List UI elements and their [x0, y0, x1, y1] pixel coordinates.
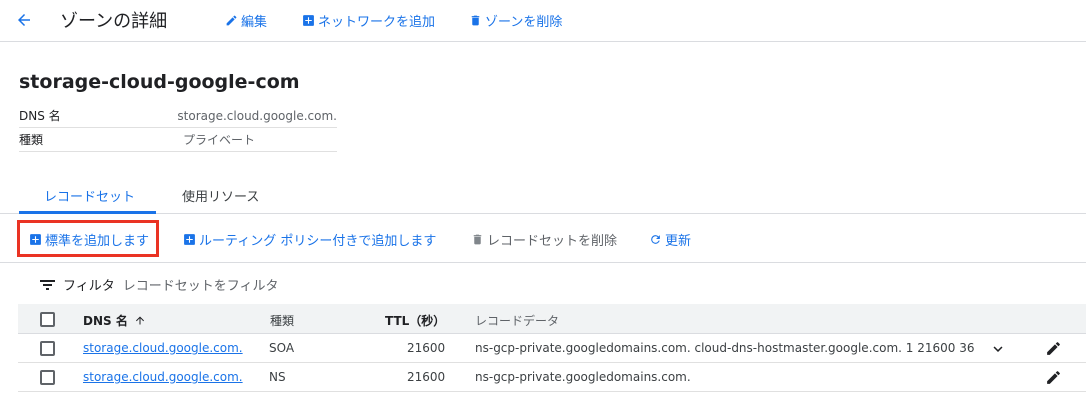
page-title: ゾーンの詳細: [60, 11, 168, 32]
dns-name-link[interactable]: storage.cloud.google.com.: [83, 370, 243, 384]
row-checkbox[interactable]: [40, 341, 55, 356]
add-routing-policy-button[interactable]: ルーティング ポリシー付きで追加します: [183, 230, 436, 249]
column-header-dns-name[interactable]: DNS 名: [83, 312, 146, 329]
table-row: storage.cloud.google.com. SOA 21600 ns-g…: [18, 334, 1086, 363]
detail-row-type: 種類 プライベート: [19, 128, 337, 152]
edit-row-pencil-icon[interactable]: [1045, 369, 1062, 386]
record-type: NS: [269, 370, 286, 384]
edit-label: 編集: [241, 15, 268, 30]
record-data: ns-gcp-private.googledomains.com. cloud-…: [475, 341, 975, 355]
tab-record-sets[interactable]: レコードセット: [44, 186, 135, 205]
record-ttl: 21600: [407, 341, 446, 355]
detail-value: プライベート: [183, 133, 256, 147]
delete-record-sets-button[interactable]: レコードセットを削除: [471, 230, 617, 249]
add-box-icon: [303, 15, 314, 26]
record-type: SOA: [269, 341, 295, 355]
record-ttl: 21600: [407, 370, 446, 384]
table-row: storage.cloud.google.com. NS 21600 ns-gc…: [18, 363, 1086, 392]
add-standard-label: 標準を追加します: [45, 234, 150, 249]
column-header-label: DNS 名: [83, 314, 128, 328]
add-routing-label: ルーティング ポリシー付きで追加します: [199, 234, 437, 249]
add-network-label: ネットワークを追加: [318, 15, 436, 30]
expand-chevron-icon[interactable]: [989, 340, 1007, 358]
column-header-ttl: TTL（秒）: [385, 314, 446, 328]
trash-icon: [471, 15, 480, 26]
delete-zone-button[interactable]: ゾーンを削除: [469, 11, 562, 30]
add-network-button[interactable]: ネットワークを追加: [302, 11, 435, 30]
filter-label: フィルタ: [63, 279, 115, 294]
zone-name: storage-cloud-google-com: [19, 71, 300, 93]
detail-key: 種類: [19, 133, 44, 147]
record-data: ns-gcp-private.googledomains.com.: [475, 370, 691, 384]
add-box-icon: [184, 234, 195, 245]
detail-value: storage.cloud.google.com.: [177, 108, 337, 123]
tab-used-resources[interactable]: 使用リソース: [182, 186, 259, 205]
toolbar-divider: [0, 262, 1086, 263]
dns-name-link[interactable]: storage.cloud.google.com.: [83, 341, 243, 355]
refresh-icon: [651, 235, 660, 244]
trash-icon: [473, 234, 482, 245]
filter-bar[interactable]: フィルタ レコードセットをフィルタ: [40, 275, 279, 294]
delete-record-sets-label: レコードセットを削除: [487, 234, 618, 249]
filter-icon: [40, 279, 55, 290]
refresh-button[interactable]: 更新: [649, 230, 691, 249]
delete-zone-label: ゾーンを削除: [485, 15, 563, 30]
column-header-record-data: レコードデータ: [475, 314, 560, 328]
refresh-label: 更新: [665, 234, 692, 249]
filter-input[interactable]: レコードセットをフィルタ: [123, 275, 279, 294]
tab-bar: [0, 176, 1086, 214]
detail-key: DNS 名: [19, 109, 61, 123]
detail-row-dns-name: DNS 名 storage.cloud.google.com.: [19, 104, 337, 128]
back-arrow-icon[interactable]: [12, 8, 36, 32]
select-all-checkbox[interactable]: [40, 312, 55, 327]
table-header: DNS 名 種類 TTL（秒） レコードデータ: [18, 304, 1086, 334]
edit-row-pencil-icon[interactable]: [1045, 340, 1062, 357]
pencil-icon: [226, 15, 237, 26]
row-checkbox[interactable]: [40, 370, 55, 385]
edit-button[interactable]: 編集: [225, 11, 267, 30]
add-box-icon: [30, 234, 41, 245]
sort-ascending-icon: [135, 316, 144, 325]
add-standard-button[interactable]: 標準を追加します: [29, 230, 149, 249]
column-header-type: 種類: [270, 314, 295, 328]
active-tab-indicator: [19, 211, 156, 214]
